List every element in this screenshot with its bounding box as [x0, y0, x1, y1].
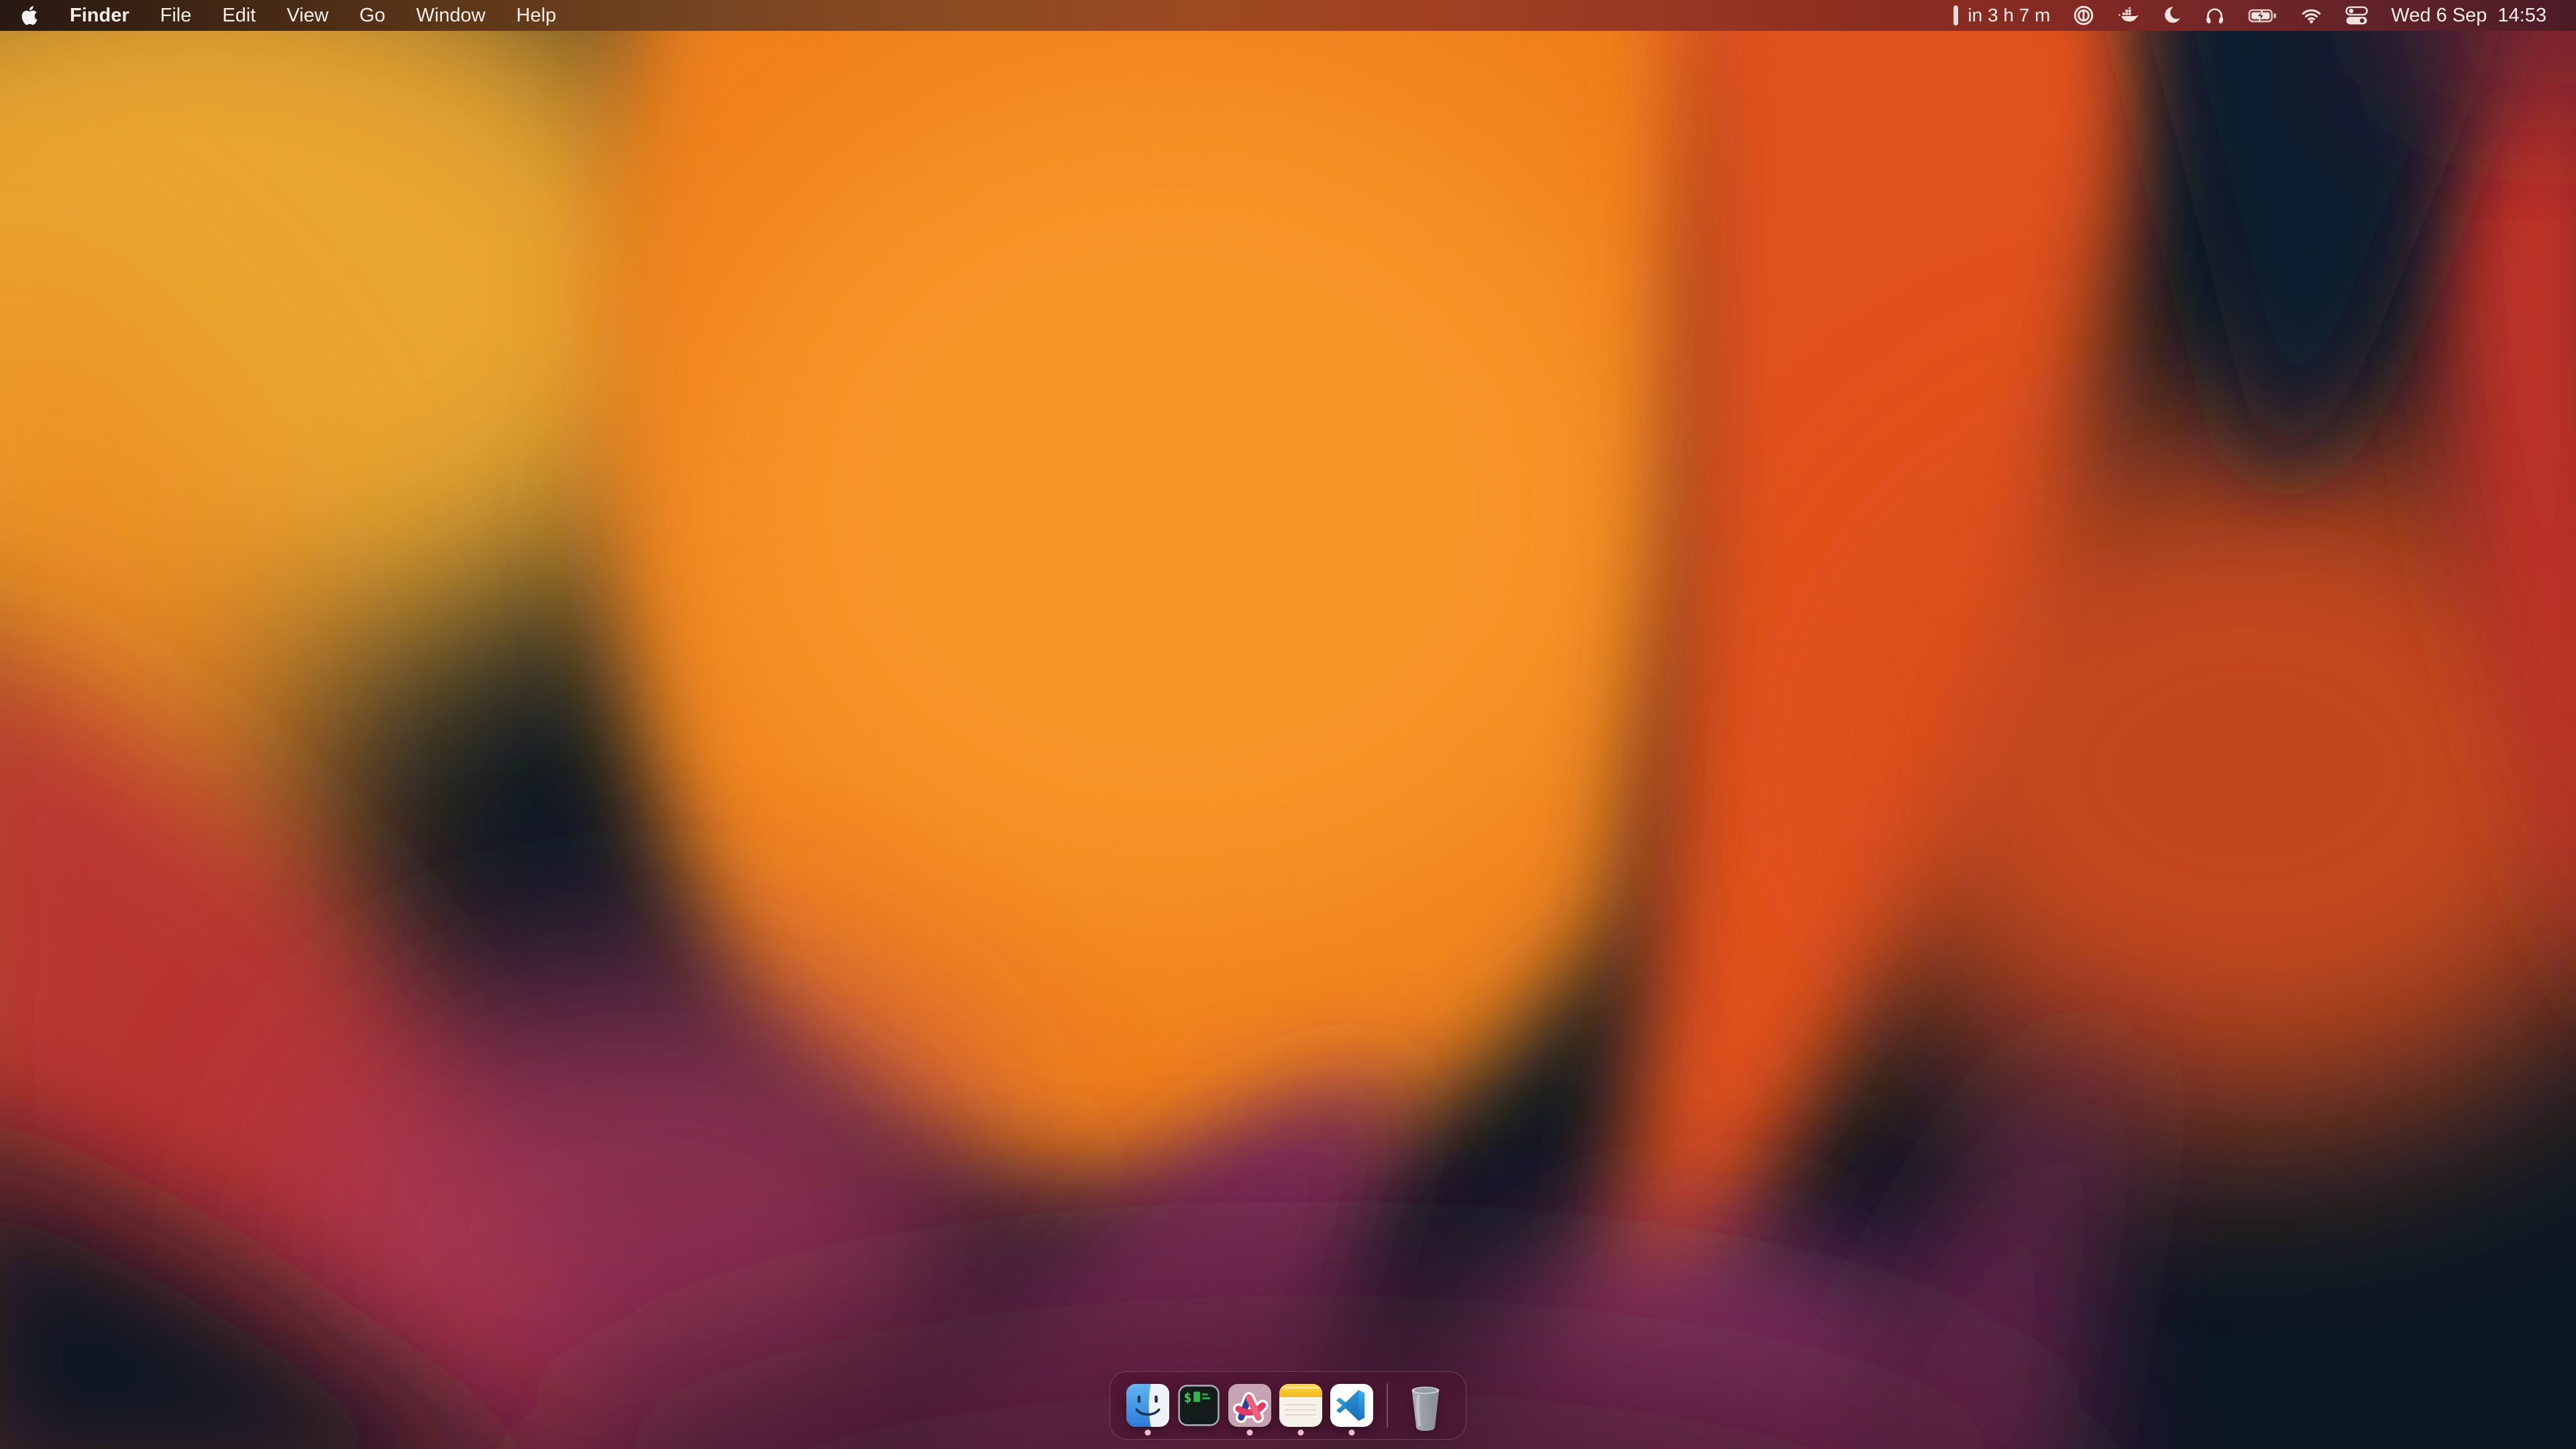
desktop: Finder File Edit View Go Window Help in …: [0, 0, 2576, 1449]
vscode-icon: [1330, 1384, 1373, 1427]
notes-icon: [1279, 1384, 1322, 1427]
focus-menu-item[interactable]: [2161, 5, 2182, 25]
battery-charging-icon: [2248, 5, 2277, 26]
headphones-icon: [2204, 5, 2225, 26]
dock-item-terminal[interactable]: $: [1177, 1372, 1220, 1439]
dock: $: [1110, 1371, 1466, 1440]
dock-item-trash[interactable]: [1401, 1372, 1450, 1439]
menu-item-window[interactable]: Window: [416, 5, 485, 27]
running-indicator-arc: [1247, 1430, 1253, 1436]
running-indicator-notes: [1298, 1430, 1304, 1436]
apple-logo-icon: [20, 5, 39, 26]
focus-moon-icon: [2161, 5, 2182, 25]
status-pill-icon: [1953, 5, 1958, 25]
1password-icon: [2073, 5, 2094, 26]
dock-item-finder[interactable]: [1126, 1372, 1169, 1439]
wallpaper-image: [0, 0, 2576, 1449]
event-countdown-text: in 3 h 7 m: [1968, 5, 2050, 26]
apple-menu[interactable]: [20, 5, 39, 26]
running-indicator-finder: [1145, 1430, 1151, 1436]
menu-bar-left: Finder File Edit View Go Window Help: [0, 0, 556, 31]
menu-bar: Finder File Edit View Go Window Help in …: [0, 0, 2576, 31]
headphones-menu-item[interactable]: [2204, 5, 2225, 26]
svg-text:$: $: [1184, 1390, 1192, 1405]
event-countdown[interactable]: in 3 h 7 m: [1953, 5, 2050, 26]
menu-bar-clock[interactable]: Wed 6 Sep 14:53: [2391, 5, 2546, 27]
menu-bar-status-area: in 3 h 7 m: [1953, 0, 2576, 31]
menu-item-file[interactable]: File: [160, 5, 192, 27]
battery-menu-item[interactable]: [2248, 5, 2277, 26]
dock-separator: [1387, 1383, 1388, 1428]
wifi-icon: [2300, 5, 2322, 25]
control-center-menu-item[interactable]: [2345, 6, 2368, 25]
menu-item-help[interactable]: Help: [517, 5, 557, 27]
docker-menu-item[interactable]: [2117, 5, 2139, 25]
control-center-icon: [2345, 6, 2368, 25]
running-indicator-vscode: [1349, 1430, 1355, 1436]
dock-item-notes[interactable]: [1279, 1372, 1322, 1439]
wifi-menu-item[interactable]: [2300, 5, 2322, 25]
1password-menu-item[interactable]: [2073, 5, 2094, 26]
menu-item-go[interactable]: Go: [360, 5, 386, 27]
app-menu-title[interactable]: Finder: [70, 5, 129, 27]
docker-icon: [2117, 5, 2139, 25]
arc-browser-icon: [1228, 1384, 1271, 1427]
finder-icon: [1126, 1384, 1169, 1427]
menu-item-view[interactable]: View: [286, 5, 328, 27]
menu-item-edit[interactable]: Edit: [222, 5, 256, 27]
trash-icon: [1405, 1379, 1446, 1432]
terminal-icon: $: [1177, 1384, 1220, 1427]
dock-item-arc[interactable]: [1228, 1372, 1271, 1439]
dock-item-vscode[interactable]: [1330, 1372, 1373, 1439]
